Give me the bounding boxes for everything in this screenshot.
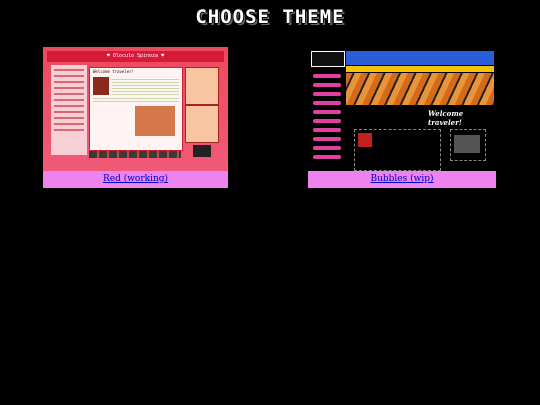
page-title: CHOOSE THEME [195,6,345,28]
theme-thumbnail-red[interactable]: ♥ Oloculo Spinoza ♥ Welcome traveler! [43,47,228,171]
thumbnail-tiger-image [346,73,494,105]
thumbnail-badge [193,145,211,157]
thumbnail-side-box [185,67,219,105]
thumbnail-side-box [450,129,486,161]
thumbnail-button-strip [89,151,181,158]
thumbnail-banner [346,51,494,65]
thumbnail-side-box [185,105,219,143]
thumbnail-content-box [354,129,441,171]
theme-link-bubbles[interactable]: Bubbles (wip) [371,174,434,184]
thumbnail-header: ♥ Oloculo Spinoza ♥ [47,51,224,62]
theme-link-red[interactable]: Red (working) [103,174,168,184]
thumbnail-notice-bar [346,66,494,72]
thumbnail-heading: Welcome traveler! [428,109,464,127]
thumbnail-sidebar [311,69,343,169]
thumbnail-heading: Welcome traveler! [93,69,134,74]
theme-caption-bubbles: Bubbles (wip) [308,171,496,188]
theme-thumbnail-bubbles[interactable]: Welcome traveler! [308,47,496,171]
thumbnail-image [93,77,109,95]
thumbnail-main-panel: Welcome traveler! [89,67,183,151]
thumbnail-illustration [135,106,175,136]
theme-card-red[interactable]: ♥ Oloculo Spinoza ♥ Welcome traveler! Re… [43,47,228,188]
thumbnail-sidebar [51,65,87,155]
thumbnail-logo [311,51,345,67]
theme-caption-red: Red (working) [43,171,228,188]
theme-card-bubbles[interactable]: Welcome traveler! Bubbles (wip) [308,47,496,188]
